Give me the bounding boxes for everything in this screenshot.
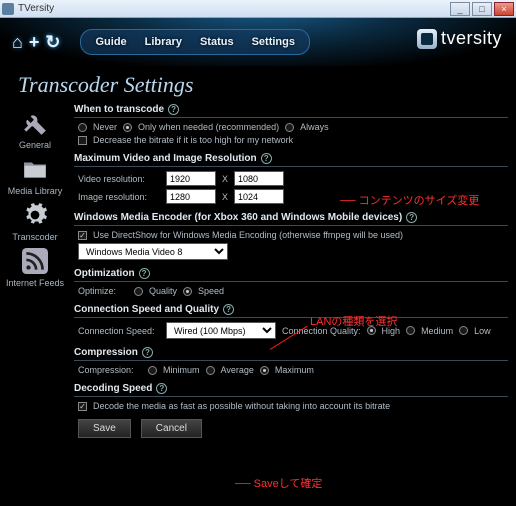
input-video-width[interactable] <box>166 171 216 186</box>
section-when: When to transcode ? Never Only when need… <box>74 104 508 145</box>
titlebar: TVersity _ □ × <box>0 0 516 18</box>
window-title: TVersity <box>18 3 448 14</box>
heading-dec: Decoding Speed <box>74 383 152 394</box>
section-conn: Connection Speed and Quality ? Connectio… <box>74 304 508 339</box>
add-icon[interactable]: + <box>29 32 40 53</box>
help-icon[interactable]: ? <box>168 104 179 115</box>
nav-menu: Guide Library Status Settings <box>80 29 310 55</box>
radio-needed[interactable] <box>123 123 132 132</box>
app-icon <box>2 3 14 15</box>
label-low: Low <box>474 326 491 336</box>
label-med: Medium <box>421 326 453 336</box>
label-avg: Average <box>221 365 254 375</box>
label-comp: Compression: <box>78 365 142 375</box>
check-directshow[interactable] <box>78 231 87 240</box>
save-button[interactable]: Save <box>78 419 131 438</box>
radio-quality[interactable] <box>134 287 143 296</box>
check-fast-decode[interactable] <box>78 402 87 411</box>
input-video-height[interactable] <box>234 171 284 186</box>
refresh-icon[interactable]: ↻ <box>45 32 60 53</box>
sidebar-label-transcoder: Transcoder <box>5 232 65 242</box>
brand-text: tversity <box>441 28 502 49</box>
help-icon[interactable]: ? <box>261 153 272 164</box>
gear-icon <box>20 200 50 230</box>
home-icon[interactable]: ⌂ <box>12 32 23 53</box>
close-button[interactable]: × <box>494 2 514 16</box>
content-panel: When to transcode ? Never Only when need… <box>70 100 516 445</box>
annotation-lan: LANの種類を選択 <box>310 313 397 329</box>
radio-always[interactable] <box>285 123 294 132</box>
select-conn-speed[interactable]: Wired (100 Mbps) <box>166 322 276 339</box>
help-icon[interactable]: ? <box>139 268 150 279</box>
nav-library[interactable]: Library <box>137 34 190 50</box>
radio-min[interactable] <box>148 366 157 375</box>
section-dec: Decoding Speed ? Decode the media as fas… <box>74 383 508 411</box>
sidebar-label-general: General <box>5 140 65 150</box>
section-comp: Compression ? Compression: Minimum Avera… <box>74 347 508 375</box>
sidebar-label-feeds: Internet Feeds <box>5 278 65 288</box>
help-icon[interactable]: ? <box>142 347 153 358</box>
top-toolbar: ⌂ + ↻ Guide Library Status Settings tver… <box>0 18 516 66</box>
sidebar-item-media[interactable]: Media Library <box>5 154 65 196</box>
label-needed: Only when needed (recommended) <box>138 122 279 132</box>
rss-icon <box>20 246 50 276</box>
label-optimize: Optimize: <box>78 286 128 296</box>
help-icon[interactable]: ? <box>223 304 234 315</box>
label-fast-decode: Decode the media as fast as possible wit… <box>93 401 390 411</box>
sidebar-item-general[interactable]: General <box>5 108 65 150</box>
radio-speed[interactable] <box>183 287 192 296</box>
radio-never[interactable] <box>78 123 87 132</box>
section-opt: Optimization ? Optimize: Quality Speed <box>74 268 508 296</box>
help-icon[interactable]: ? <box>156 383 167 394</box>
sidebar-item-feeds[interactable]: Internet Feeds <box>5 246 65 288</box>
radio-low[interactable] <box>459 326 468 335</box>
input-image-width[interactable] <box>166 189 216 204</box>
label-max: Maximum <box>275 365 314 375</box>
radio-max[interactable] <box>260 366 269 375</box>
brand-logo: tversity <box>417 28 502 49</box>
nav-guide[interactable]: Guide <box>87 34 134 50</box>
heading-maxres: Maximum Video and Image Resolution <box>74 153 257 164</box>
input-image-height[interactable] <box>234 189 284 204</box>
cancel-button[interactable]: Cancel <box>141 419 202 438</box>
label-always: Always <box>300 122 329 132</box>
section-wme: Windows Media Encoder (for Xbox 360 and … <box>74 212 508 260</box>
by-label: X <box>222 174 228 184</box>
heading-when: When to transcode <box>74 104 164 115</box>
wrench-icon <box>20 108 50 138</box>
label-conn-speed: Connection Speed: <box>78 326 160 336</box>
heading-opt: Optimization <box>74 268 135 279</box>
logo-icon <box>417 29 437 49</box>
label-video-res: Video resolution: <box>78 174 160 184</box>
heading-wme: Windows Media Encoder (for Xbox 360 and … <box>74 212 402 223</box>
annotation-size: ── コンテンツのサイズ変更 <box>340 192 479 208</box>
annotation-save: ── Saveして確定 <box>235 475 322 491</box>
nav-settings[interactable]: Settings <box>244 34 303 50</box>
page-title: Transcoder Settings <box>0 66 516 100</box>
nav-status[interactable]: Status <box>192 34 242 50</box>
minimize-button[interactable]: _ <box>450 2 470 16</box>
help-icon[interactable]: ? <box>406 212 417 223</box>
settings-sidebar: General Media Library Transcoder Interne… <box>0 100 70 445</box>
label-decrease: Decrease the bitrate if it is too high f… <box>93 135 293 145</box>
select-codec[interactable]: Windows Media Video 8 <box>78 243 228 260</box>
sidebar-item-transcoder[interactable]: Transcoder <box>5 200 65 242</box>
folder-icon <box>20 154 50 184</box>
by-label: X <box>222 192 228 202</box>
label-speed: Speed <box>198 286 224 296</box>
radio-medium[interactable] <box>406 326 415 335</box>
heading-comp: Compression <box>74 347 138 358</box>
label-quality: Quality <box>149 286 177 296</box>
sidebar-label-media: Media Library <box>5 186 65 196</box>
maximize-button[interactable]: □ <box>472 2 492 16</box>
label-image-res: Image resolution: <box>78 192 160 202</box>
heading-conn: Connection Speed and Quality <box>74 304 219 315</box>
label-never: Never <box>93 122 117 132</box>
label-min: Minimum <box>163 365 200 375</box>
label-directshow: Use DirectShow for Windows Media Encodin… <box>93 230 403 240</box>
radio-avg[interactable] <box>206 366 215 375</box>
check-decrease[interactable] <box>78 136 87 145</box>
